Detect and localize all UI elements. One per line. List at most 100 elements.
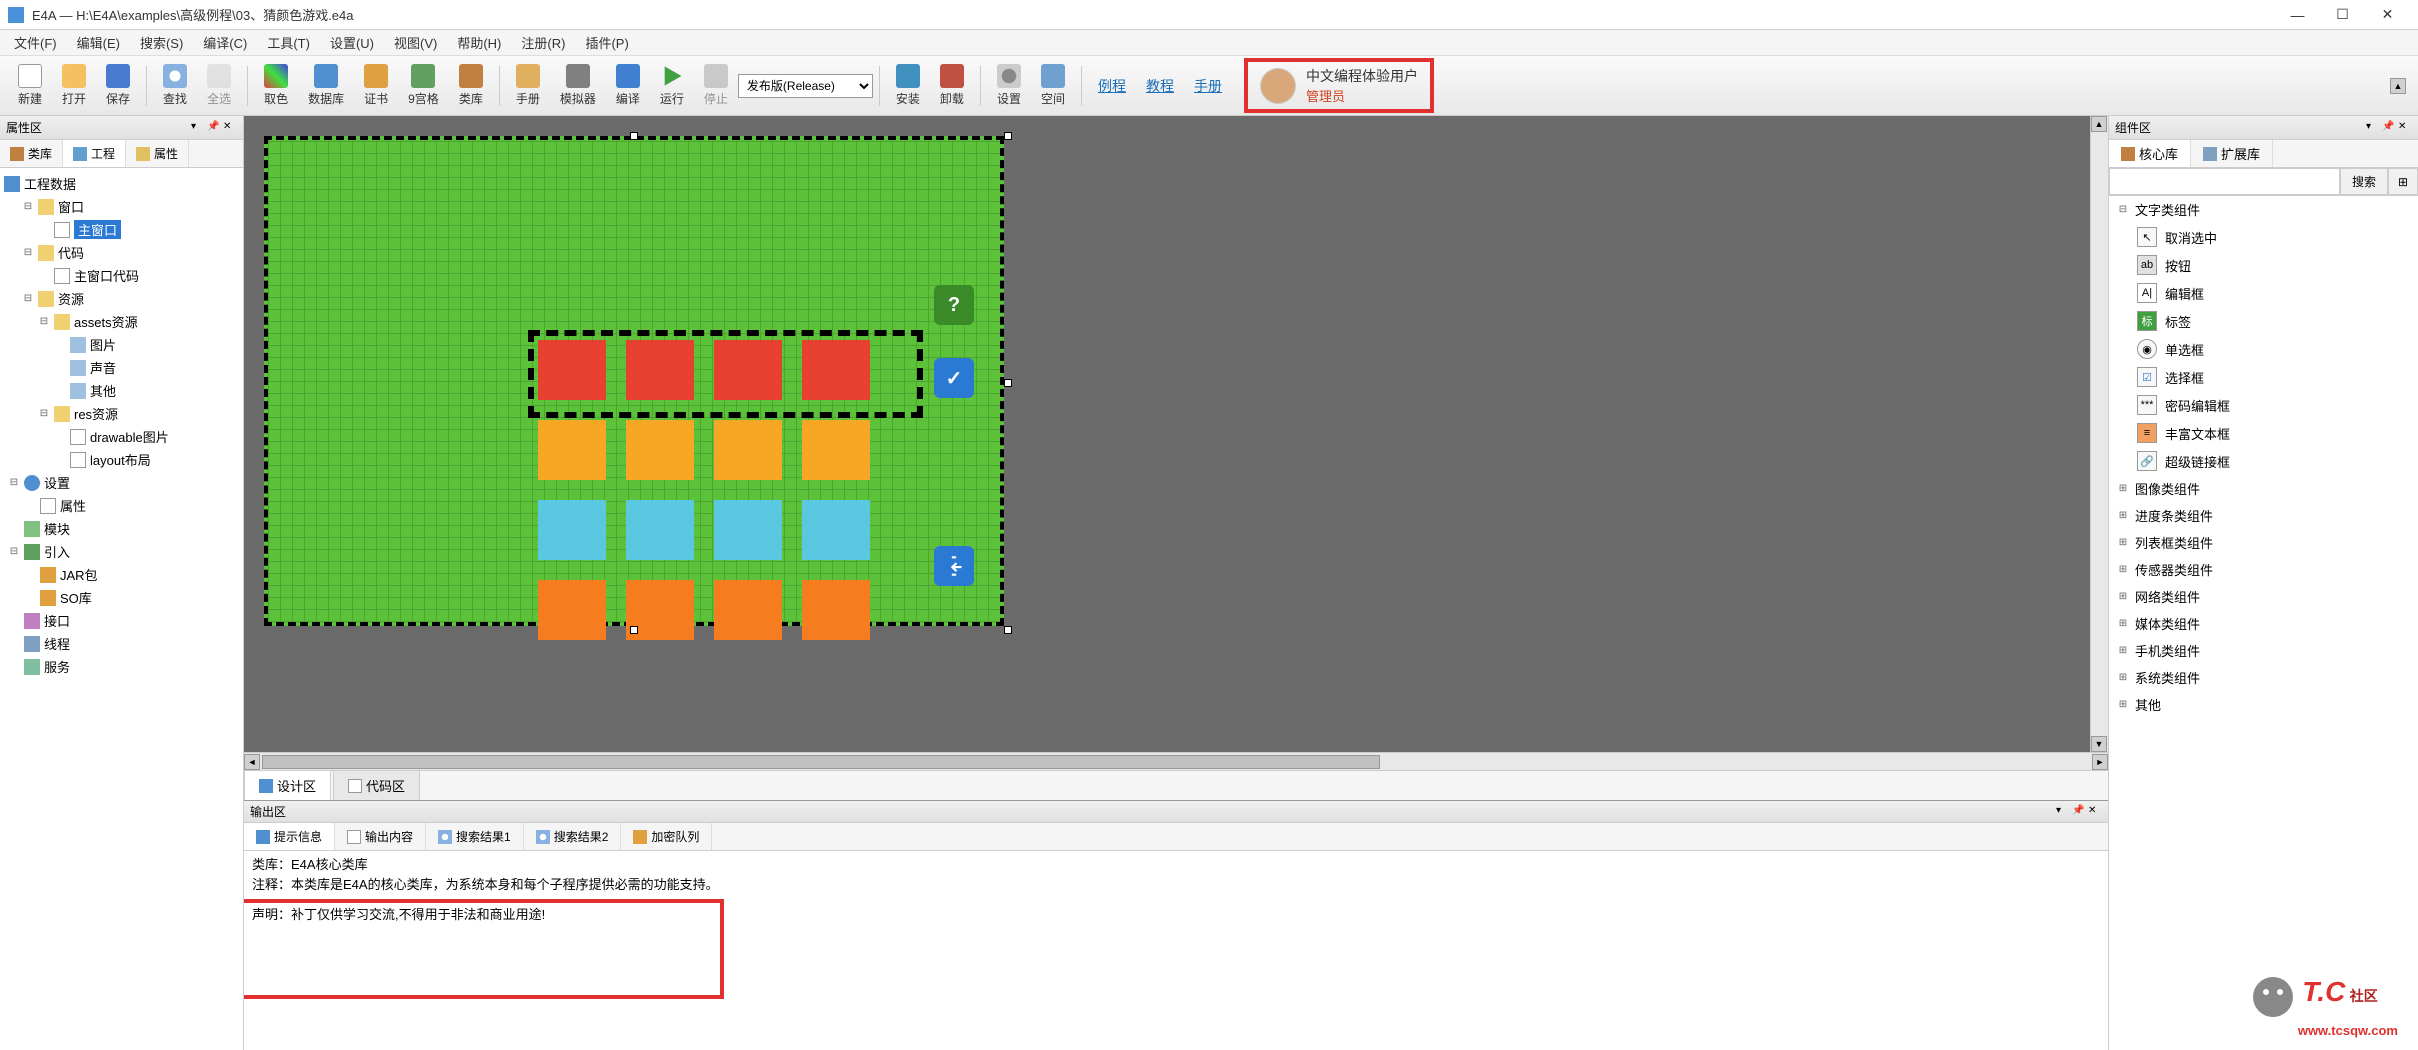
install-button[interactable]: 安装 [886,60,930,111]
find-button[interactable]: 查找 [153,60,197,111]
lib-button[interactable]: 类库 [449,60,493,111]
select-all-button[interactable]: 全选 [197,60,241,111]
tree-service[interactable]: 服务 [44,657,70,676]
resize-handle[interactable] [630,626,638,634]
tree-res[interactable]: 资源 [58,289,84,308]
grid-cell[interactable] [538,500,606,560]
menu-register[interactable]: 注册(R) [511,30,575,55]
compile-button[interactable]: 编译 [606,60,650,111]
space-button[interactable]: 空间 [1031,60,1075,111]
menu-view[interactable]: 视图(V) [384,30,447,55]
collapse-icon[interactable]: ⊟ [8,546,20,558]
group-list[interactable]: ⊞列表框类组件 [2109,529,2418,556]
collapse-icon[interactable]: ⊟ [22,201,34,213]
collapse-icon[interactable]: ⊟ [22,247,34,259]
link-manual[interactable]: 手册 [1194,76,1222,96]
tree-pic[interactable]: 图片 [90,335,116,354]
tree-assets[interactable]: assets资源 [74,312,138,331]
comp-edit[interactable]: A|编辑框 [2109,279,2418,307]
tab-search1[interactable]: 搜索结果1 [426,823,524,850]
panel-close-icon[interactable]: ✕ [2088,805,2102,819]
grid-cell[interactable] [538,580,606,640]
menu-compile[interactable]: 编译(C) [193,30,257,55]
search-button[interactable]: 搜索 [2340,168,2388,195]
selection-box[interactable] [528,330,923,418]
search-input[interactable] [2109,168,2340,195]
grid-cell[interactable] [802,500,870,560]
exit-button[interactable] [934,546,974,586]
tab-hints[interactable]: 提示信息 [244,823,335,850]
collapse-icon[interactable]: ⊟ [38,408,50,420]
database-button[interactable]: 数据库 [298,60,354,111]
group-image[interactable]: ⊞图像类组件 [2109,475,2418,502]
tree-window[interactable]: 窗口 [58,197,84,216]
menu-edit[interactable]: 编辑(E) [67,30,130,55]
stop-button[interactable]: 停止 [694,60,738,111]
panel-pin-icon[interactable]: 📌 [2382,121,2396,135]
emulator-button[interactable]: 模拟器 [550,60,606,111]
v-scrollbar[interactable]: ▲ ▼ [2090,116,2108,752]
tab-code[interactable]: 代码区 [333,770,420,800]
tree-res2[interactable]: res资源 [74,404,118,423]
tree-code[interactable]: 代码 [58,243,84,262]
resize-handle[interactable] [1004,132,1012,140]
group-media[interactable]: ⊞媒体类组件 [2109,610,2418,637]
tab-encrypt[interactable]: 加密队列 [621,823,712,850]
help-button[interactable]: ? [934,285,974,325]
grid-cell[interactable] [538,420,606,480]
tree-drawable[interactable]: drawable图片 [90,427,169,446]
grid-cell[interactable] [714,580,782,640]
panel-pin-icon[interactable]: 📌 [2072,805,2086,819]
design-canvas[interactable]: ? ✓ [244,116,2090,752]
color-button[interactable]: 取色 [254,60,298,111]
tab-props[interactable]: 属性 [126,140,189,167]
panel-dropdown-icon[interactable]: ▾ [2056,805,2070,819]
grid9-button[interactable]: 9宫格 [398,60,449,111]
group-sensor[interactable]: ⊞传感器类组件 [2109,556,2418,583]
comp-richtext[interactable]: ≡丰富文本框 [2109,419,2418,447]
open-button[interactable]: 打开 [52,60,96,111]
group-text[interactable]: ⊟文字类组件 [2109,196,2418,223]
menu-help[interactable]: 帮助(H) [447,30,511,55]
comp-label[interactable]: 标标签 [2109,307,2418,335]
tree-main-code[interactable]: 主窗口代码 [74,266,139,285]
run-button[interactable]: 运行 [650,60,694,111]
tree-settings[interactable]: 设置 [44,473,70,492]
comp-password[interactable]: ***密码编辑框 [2109,391,2418,419]
tab-project[interactable]: 工程 [63,140,126,167]
collapse-icon[interactable]: ⊟ [38,316,50,328]
panel-dropdown-icon[interactable]: ▾ [191,121,205,135]
collapse-icon[interactable]: ⊟ [22,293,34,305]
group-system[interactable]: ⊞系统类组件 [2109,664,2418,691]
output-content[interactable]: 类库：E4A核心类库 注释：本类库是E4A的核心类库，为系统本身和每个子程序提供… [244,851,2108,1050]
panel-close-icon[interactable]: ✕ [2398,121,2412,135]
close-button[interactable]: ✕ [2365,1,2410,29]
grid-cell[interactable] [626,500,694,560]
tree-thread[interactable]: 线程 [44,634,70,653]
tree-other[interactable]: 其他 [90,381,116,400]
check-button[interactable]: ✓ [934,358,974,398]
panel-dropdown-icon[interactable]: ▾ [2366,121,2380,135]
tree-layout[interactable]: layout布局 [90,450,151,469]
settings-button[interactable]: 设置 [987,60,1031,111]
component-list[interactable]: ⊟文字类组件 ↖取消选中 ab按钮 A|编辑框 标标签 ◉单选框 ☑选择框 **… [2109,196,2418,1050]
tree-import[interactable]: 引入 [44,542,70,561]
group-other[interactable]: ⊞其他 [2109,691,2418,718]
group-phone[interactable]: ⊞手机类组件 [2109,637,2418,664]
tree-main-window[interactable]: 主窗口 [74,220,121,239]
menu-tools[interactable]: 工具(T) [257,30,320,55]
tree-so[interactable]: SO库 [60,588,92,607]
minimize-button[interactable]: — [2275,1,2320,29]
tab-output[interactable]: 输出内容 [335,823,426,850]
uninstall-button[interactable]: 卸载 [930,60,974,111]
resize-handle[interactable] [1004,626,1012,634]
group-progress[interactable]: ⊞进度条类组件 [2109,502,2418,529]
grid-cell[interactable] [802,580,870,640]
group-network[interactable]: ⊞网络类组件 [2109,583,2418,610]
search-extra-button[interactable]: ⊞ [2388,168,2418,195]
resize-handle[interactable] [630,132,638,140]
cert-button[interactable]: 证书 [354,60,398,111]
menu-plugins[interactable]: 插件(P) [575,30,638,55]
comp-hyperlink[interactable]: 🔗超级链接框 [2109,447,2418,475]
comp-radio[interactable]: ◉单选框 [2109,335,2418,363]
